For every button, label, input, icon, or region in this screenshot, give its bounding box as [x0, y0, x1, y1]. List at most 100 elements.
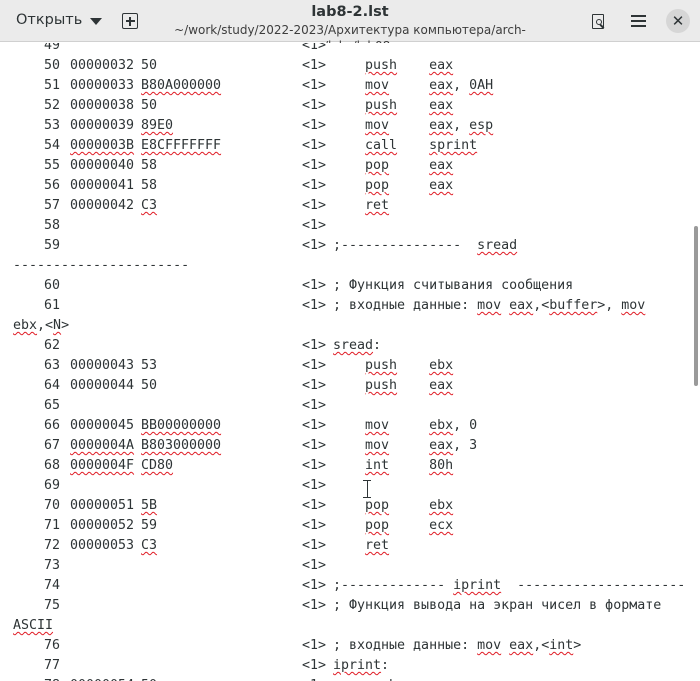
include-level: <1> — [302, 158, 327, 173]
include-level: <1> — [302, 218, 327, 233]
machine-code: CD80 — [141, 458, 174, 473]
address: 00000038 — [70, 98, 135, 113]
machine-code: 53 — [141, 358, 158, 373]
main-menu-button[interactable] — [624, 7, 652, 35]
listing-line: ebx,<N> — [0, 316, 692, 336]
source-code: pop eax — [365, 158, 454, 173]
address: 00000043 — [70, 358, 135, 373]
source-code: pop ecx — [365, 518, 454, 533]
line-number: 52 — [43, 98, 60, 113]
source-code: mov eax, esp — [365, 118, 494, 133]
source-code: ret — [365, 198, 390, 213]
address: 0000004A — [70, 438, 135, 453]
machine-code: C3 — [141, 198, 158, 213]
address: 00000054 — [70, 676, 134, 681]
line-number: 72 — [43, 538, 60, 553]
listing-line: 58 <1> — [0, 216, 692, 236]
include-level: <1> — [302, 338, 327, 353]
include-level: <1> — [302, 378, 327, 393]
machine-code: 50 — [141, 378, 158, 393]
address: 00000042 — [70, 198, 135, 213]
new-document-button[interactable] — [116, 7, 144, 35]
vertical-scrollbar[interactable] — [694, 226, 698, 386]
listing-line: 76 <1> ; входные данные: mov eax,<int> — [0, 636, 692, 656]
source-code: ;------------- iprint ------------------… — [333, 578, 686, 593]
text-cursor-icon — [363, 479, 371, 499]
line-number: 55 — [43, 158, 60, 173]
listing-line: 55 00000040 58 <1> pop eax — [0, 156, 692, 176]
listing-line: 67 0000004A B803000000 <1> mov eax, 3 — [0, 436, 692, 456]
source-code: int 80h — [365, 458, 454, 473]
text-view[interactable]: 49 <1> 50 00000032 50 <1> push eax 51 00000033 B… — [0, 43, 700, 681]
source-code: push eax — [365, 378, 454, 393]
include-level: <1> — [302, 578, 327, 593]
include-level: <1> — [302, 558, 327, 573]
close-icon: ✕ — [666, 9, 690, 33]
line-number: 65 — [43, 398, 60, 413]
listing-line: 53 00000039 89E0 <1> mov eax, esp — [0, 116, 692, 136]
listing-line: 50 00000032 50 <1> push eax — [0, 56, 692, 76]
listing-line: 57 00000042 C3 <1> ret — [0, 196, 692, 216]
source-code: push eax — [365, 58, 454, 73]
address: 00000052 — [70, 518, 135, 533]
include-level: <1> — [302, 58, 327, 73]
address: 00000044 — [70, 378, 135, 393]
address: 00000032 — [70, 58, 135, 73]
listing-line: 75 <1> ; Функция вывода на экран чисел в ф… — [0, 596, 692, 616]
line-number: 73 — [43, 558, 60, 573]
close-window-button[interactable]: ✕ — [664, 7, 692, 35]
listing-line: ---------------------- — [0, 256, 692, 276]
include-level: <1> — [302, 398, 327, 413]
source-code: mov ebx, 0 — [365, 418, 478, 433]
source-code: pop ebx — [365, 498, 454, 513]
source-code: ;--------------- sread — [333, 238, 518, 253]
listing-line: 72 00000053 C3 <1> ret — [0, 536, 692, 556]
line-number: 63 — [43, 358, 60, 373]
include-level: <1> — [302, 438, 327, 453]
line-number: 51 — [43, 78, 60, 93]
listing-line: ASCII — [0, 616, 692, 636]
machine-code: 89E0 — [141, 118, 174, 133]
find-button[interactable] — [584, 7, 612, 35]
listing-line: 68 0000004F CD80 <1> int 80h — [0, 456, 692, 476]
address: 00000039 — [70, 118, 135, 133]
address: 00000053 — [70, 538, 135, 553]
include-level: <1> — [302, 598, 327, 613]
address: 00000051 — [70, 498, 135, 513]
new-tab-icon — [122, 13, 138, 29]
include-level: <1> — [302, 78, 327, 93]
machine-code: B803000000 — [141, 438, 222, 453]
open-button[interactable]: Открыть — [6, 6, 112, 34]
listing-line: 59 <1> ;--------------- sread — [0, 236, 692, 256]
text-editor-window: Открыть lab8-2.lst ~/work/study/2022-202… — [0, 0, 700, 681]
source-code: ; входные данные: mov eax,<int> — [333, 638, 582, 653]
listing-line: 66 00000045 BB00000000 <1> mov ebx, 0 — [0, 416, 692, 436]
wrapped-continuation: ebx,<N> — [13, 318, 70, 333]
menu-icon — [630, 12, 646, 30]
include-level: <1> — [302, 518, 327, 533]
source-code: iprint: — [333, 658, 390, 673]
listing-line: 71 00000052 59 <1> pop ecx — [0, 516, 692, 536]
machine-code: 50 — [141, 676, 157, 681]
listing-line: 78 00000054 50 <1> push eax — [0, 676, 692, 681]
include-level: <1> — [302, 198, 327, 213]
listing-line: 52 00000038 50 <1> push eax — [0, 96, 692, 116]
include-level: <1> — [302, 238, 327, 253]
include-level: <1> — [302, 538, 327, 553]
source-code: ; Функция считывания сообщения — [333, 278, 574, 293]
listing-line: 64 00000044 50 <1> push eax — [0, 376, 692, 396]
line-number: 49 — [43, 43, 60, 53]
line-number: 59 — [43, 238, 60, 253]
include-level: <1> — [302, 458, 327, 473]
machine-code: 50 — [141, 58, 158, 73]
include-level: <1> — [302, 478, 327, 493]
address: 00000040 — [70, 158, 135, 173]
search-document-icon — [592, 13, 605, 29]
source-code: sread: — [333, 338, 382, 353]
listing-line: 63 00000043 53 <1> push ebx — [0, 356, 692, 376]
include-level: <1> — [302, 178, 327, 193]
line-number: 53 — [43, 118, 60, 133]
machine-code: 58 — [141, 178, 158, 193]
line-number: 66 — [43, 418, 60, 433]
address: 00000033 — [70, 78, 135, 93]
